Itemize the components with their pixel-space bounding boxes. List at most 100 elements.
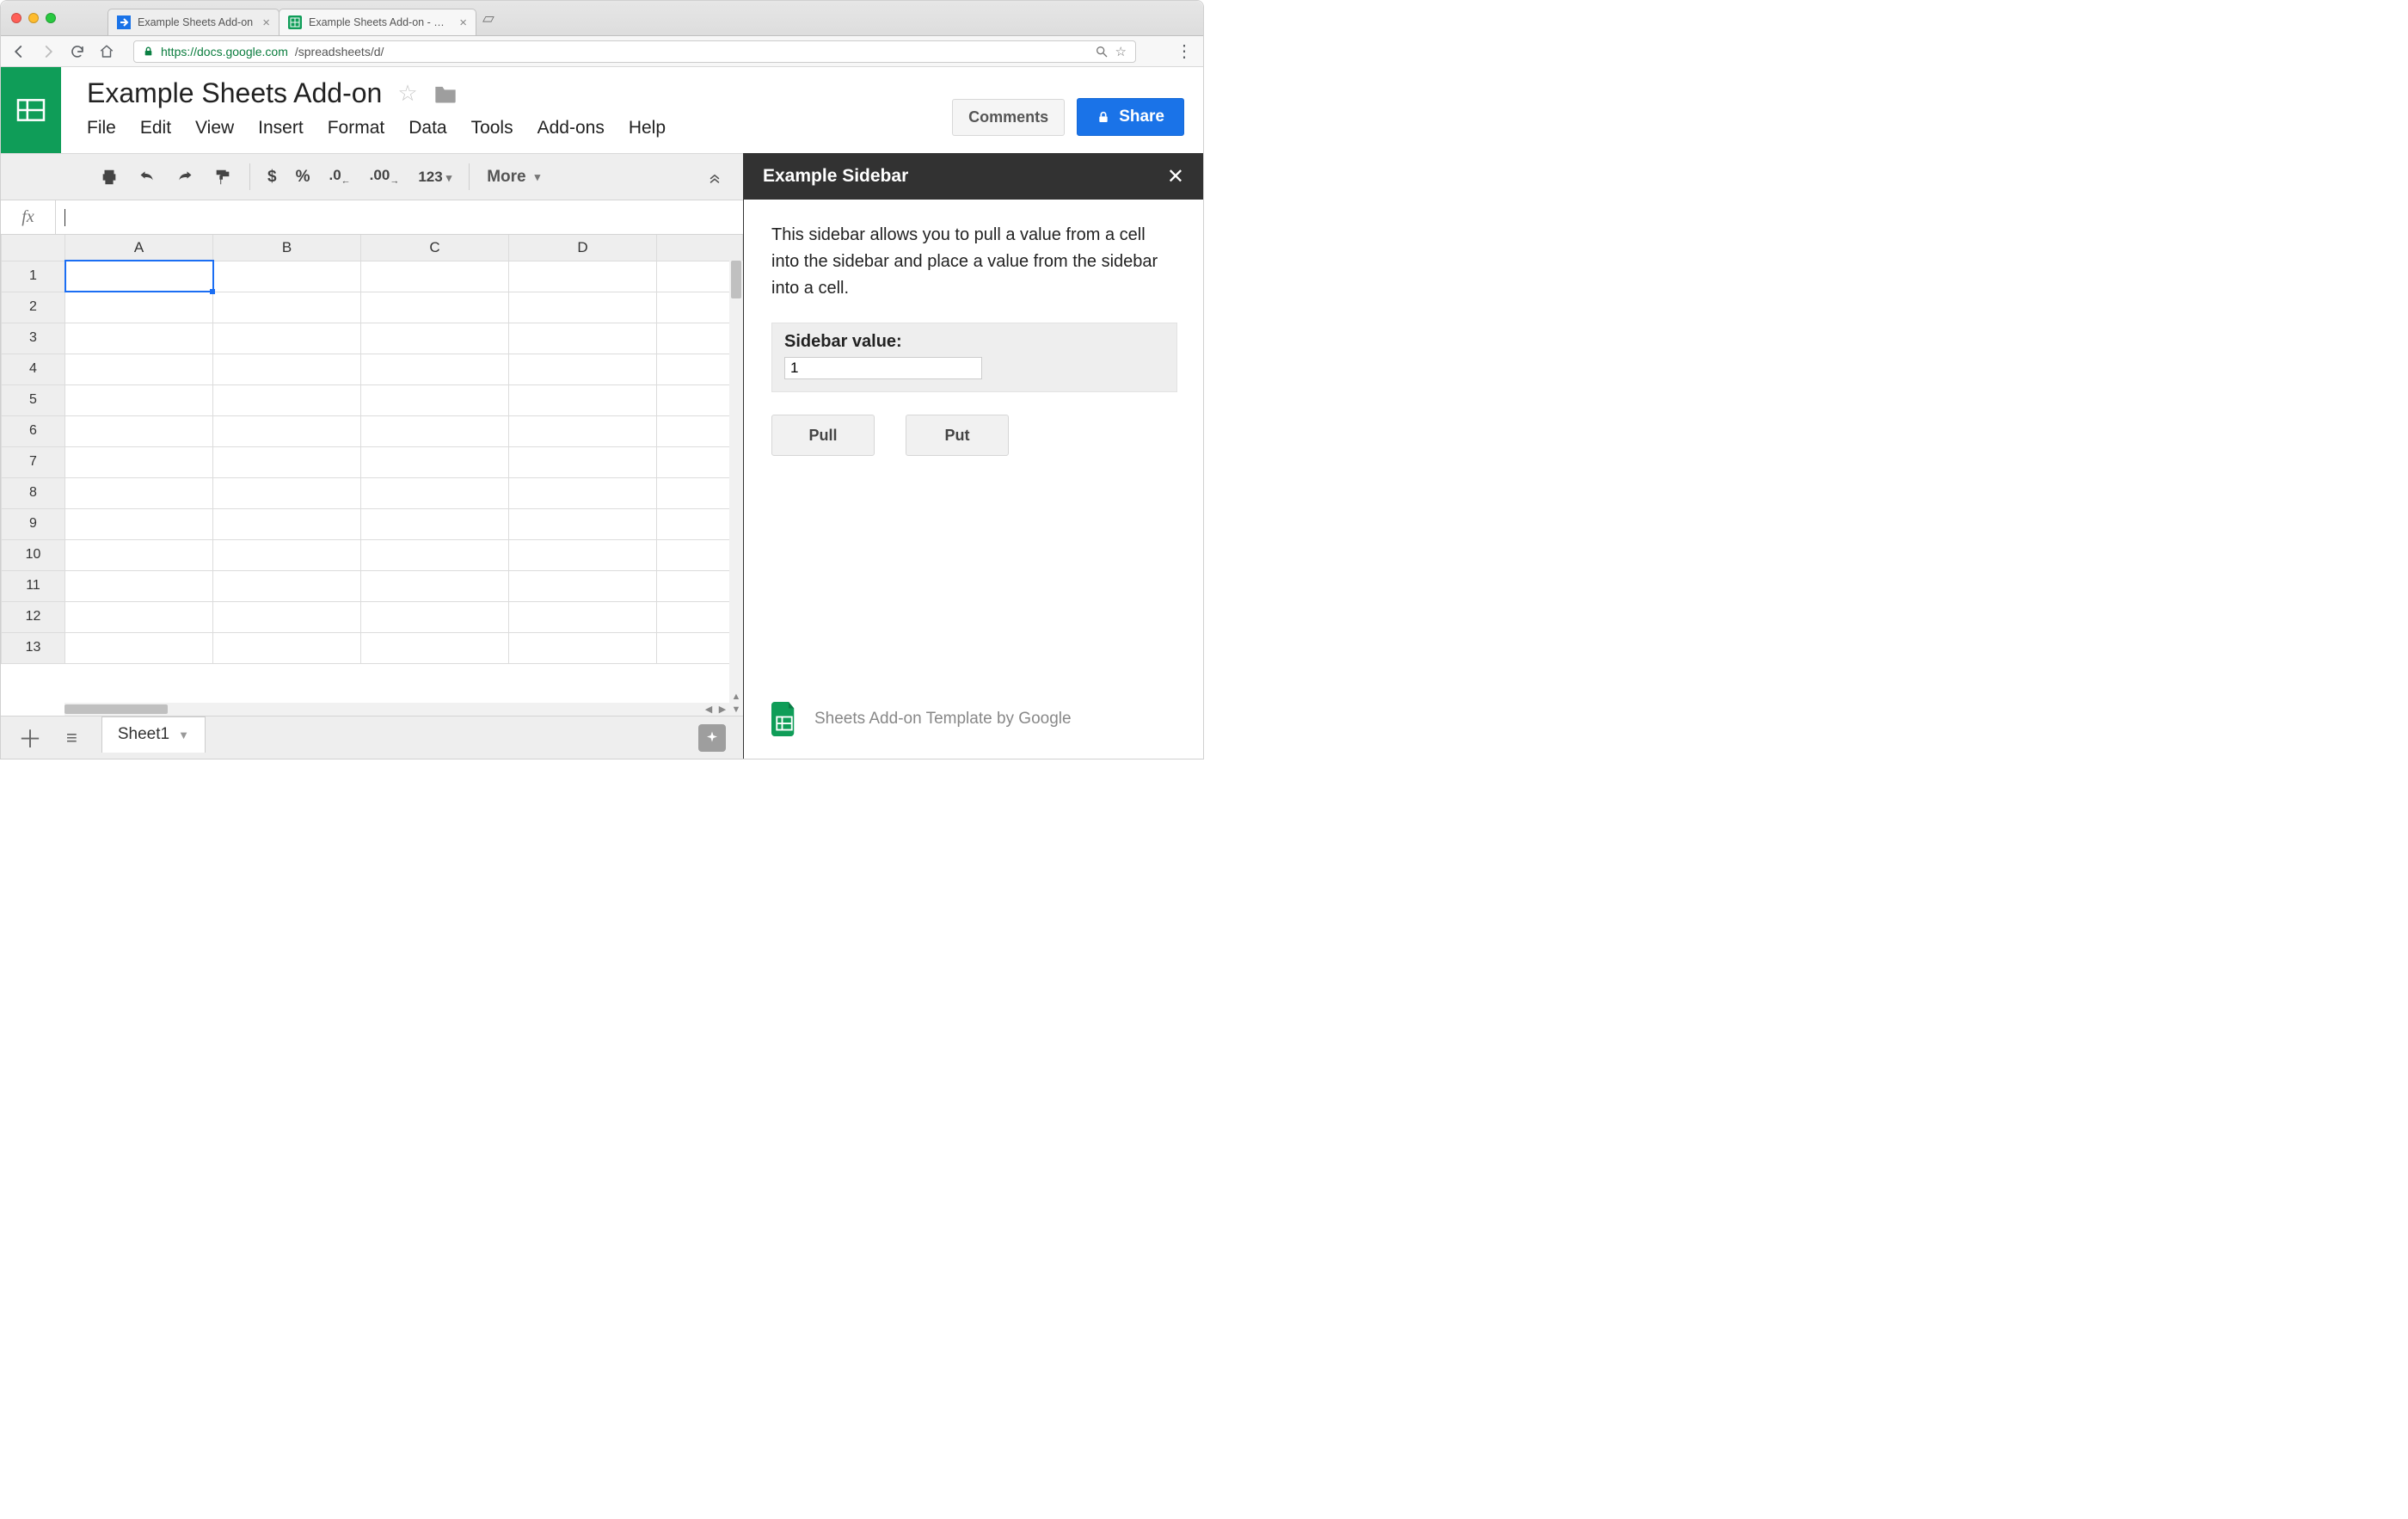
- menu-format[interactable]: Format: [328, 118, 385, 138]
- bookmark-star-icon[interactable]: ☆: [1115, 44, 1127, 59]
- col-header-E[interactable]: [657, 235, 743, 261]
- undo-icon[interactable]: [138, 169, 157, 186]
- row-header-4[interactable]: 4: [2, 354, 65, 384]
- home-button[interactable]: [99, 44, 114, 59]
- cell-B6[interactable]: [213, 415, 361, 446]
- cell-A12[interactable]: [65, 601, 213, 632]
- folder-icon[interactable]: [433, 83, 458, 104]
- document-title[interactable]: Example Sheets Add-on: [87, 77, 382, 109]
- cell-A9[interactable]: [65, 508, 213, 539]
- cell-C8[interactable]: [361, 477, 509, 508]
- cell-D7[interactable]: [509, 446, 657, 477]
- zoom-icon[interactable]: [1095, 45, 1109, 58]
- cell-A2[interactable]: [65, 292, 213, 323]
- more-formats-button[interactable]: More▾: [487, 168, 540, 187]
- cell-C5[interactable]: [361, 384, 509, 415]
- cell-C12[interactable]: [361, 601, 509, 632]
- menu-view[interactable]: View: [195, 118, 234, 138]
- cell-A3[interactable]: [65, 323, 213, 354]
- tab-close-icon[interactable]: ×: [459, 16, 467, 29]
- window-close-button[interactable]: [11, 13, 22, 23]
- spreadsheet-grid[interactable]: A B C D 12345678910111213 ▲ ▼ ◀: [1, 235, 743, 716]
- currency-format-button[interactable]: $: [267, 168, 277, 187]
- cell-B2[interactable]: [213, 292, 361, 323]
- row-header-10[interactable]: 10: [2, 539, 65, 570]
- sidebar-value-input[interactable]: [784, 357, 982, 379]
- cell-D10[interactable]: [509, 539, 657, 570]
- cell-B8[interactable]: [213, 477, 361, 508]
- menu-help[interactable]: Help: [629, 118, 666, 138]
- row-header-3[interactable]: 3: [2, 323, 65, 354]
- row-header-12[interactable]: 12: [2, 601, 65, 632]
- scroll-right-icon[interactable]: ▶: [716, 703, 729, 716]
- cell-D8[interactable]: [509, 477, 657, 508]
- cell-C7[interactable]: [361, 446, 509, 477]
- col-header-B[interactable]: B: [213, 235, 361, 261]
- reload-button[interactable]: [70, 44, 85, 59]
- scroll-left-icon[interactable]: ◀: [702, 703, 716, 716]
- print-icon[interactable]: [100, 168, 119, 187]
- cell-B12[interactable]: [213, 601, 361, 632]
- pull-button[interactable]: Pull: [771, 415, 875, 456]
- cell-A13[interactable]: [65, 632, 213, 663]
- cell-A1[interactable]: [65, 261, 213, 292]
- percent-format-button[interactable]: %: [296, 168, 310, 187]
- menu-edit[interactable]: Edit: [140, 118, 171, 138]
- number-format-button[interactable]: 123▾: [418, 169, 452, 186]
- tab-close-icon[interactable]: ×: [262, 16, 270, 29]
- close-icon[interactable]: ✕: [1167, 164, 1184, 189]
- comments-button[interactable]: Comments: [952, 99, 1065, 136]
- all-sheets-button[interactable]: ≡: [66, 727, 77, 749]
- scroll-down-icon[interactable]: ▼: [729, 703, 743, 716]
- cell-A8[interactable]: [65, 477, 213, 508]
- col-header-D[interactable]: D: [509, 235, 657, 261]
- cell-D11[interactable]: [509, 570, 657, 601]
- put-button[interactable]: Put: [906, 415, 1009, 456]
- cell-C10[interactable]: [361, 539, 509, 570]
- scroll-up-icon[interactable]: ▲: [729, 690, 743, 703]
- select-all-corner[interactable]: [2, 235, 65, 261]
- cell-D9[interactable]: [509, 508, 657, 539]
- cell-A5[interactable]: [65, 384, 213, 415]
- menu-data[interactable]: Data: [408, 118, 446, 138]
- window-zoom-button[interactable]: [46, 13, 56, 23]
- cell-C3[interactable]: [361, 323, 509, 354]
- address-bar[interactable]: https://docs.google.com/spreadsheets/d/ …: [133, 40, 1136, 63]
- increase-decimal-button[interactable]: .00→: [370, 167, 400, 186]
- sheet-tab-active[interactable]: Sheet1 ▼: [101, 716, 206, 753]
- decrease-decimal-button[interactable]: .0←: [329, 167, 350, 186]
- cell-B7[interactable]: [213, 446, 361, 477]
- row-header-9[interactable]: 9: [2, 508, 65, 539]
- row-header-2[interactable]: 2: [2, 292, 65, 323]
- row-header-13[interactable]: 13: [2, 632, 65, 663]
- row-header-8[interactable]: 8: [2, 477, 65, 508]
- sheets-logo-icon[interactable]: [1, 67, 61, 153]
- cell-B5[interactable]: [213, 384, 361, 415]
- forward-button[interactable]: [40, 44, 56, 59]
- cell-C6[interactable]: [361, 415, 509, 446]
- cell-B1[interactable]: [213, 261, 361, 292]
- row-header-11[interactable]: 11: [2, 570, 65, 601]
- cell-D6[interactable]: [509, 415, 657, 446]
- new-tab-button[interactable]: ▱: [482, 9, 494, 28]
- browser-tab-0[interactable]: Example Sheets Add-on ×: [108, 9, 280, 35]
- browser-menu-icon[interactable]: ⋮: [1176, 40, 1193, 62]
- cell-A4[interactable]: [65, 354, 213, 384]
- row-header-1[interactable]: 1: [2, 261, 65, 292]
- menu-file[interactable]: File: [87, 118, 116, 138]
- col-header-C[interactable]: C: [361, 235, 509, 261]
- cell-D13[interactable]: [509, 632, 657, 663]
- cell-C9[interactable]: [361, 508, 509, 539]
- cell-D3[interactable]: [509, 323, 657, 354]
- paint-format-icon[interactable]: [213, 168, 232, 187]
- cell-B11[interactable]: [213, 570, 361, 601]
- cell-C4[interactable]: [361, 354, 509, 384]
- cell-B13[interactable]: [213, 632, 361, 663]
- vertical-scrollbar[interactable]: ▲ ▼: [729, 261, 743, 716]
- formula-input[interactable]: [56, 200, 743, 234]
- cell-A6[interactable]: [65, 415, 213, 446]
- horizontal-scrollbar[interactable]: ◀ ▶: [64, 703, 729, 716]
- menu-addons[interactable]: Add-ons: [538, 118, 605, 138]
- cell-C11[interactable]: [361, 570, 509, 601]
- col-header-A[interactable]: A: [65, 235, 213, 261]
